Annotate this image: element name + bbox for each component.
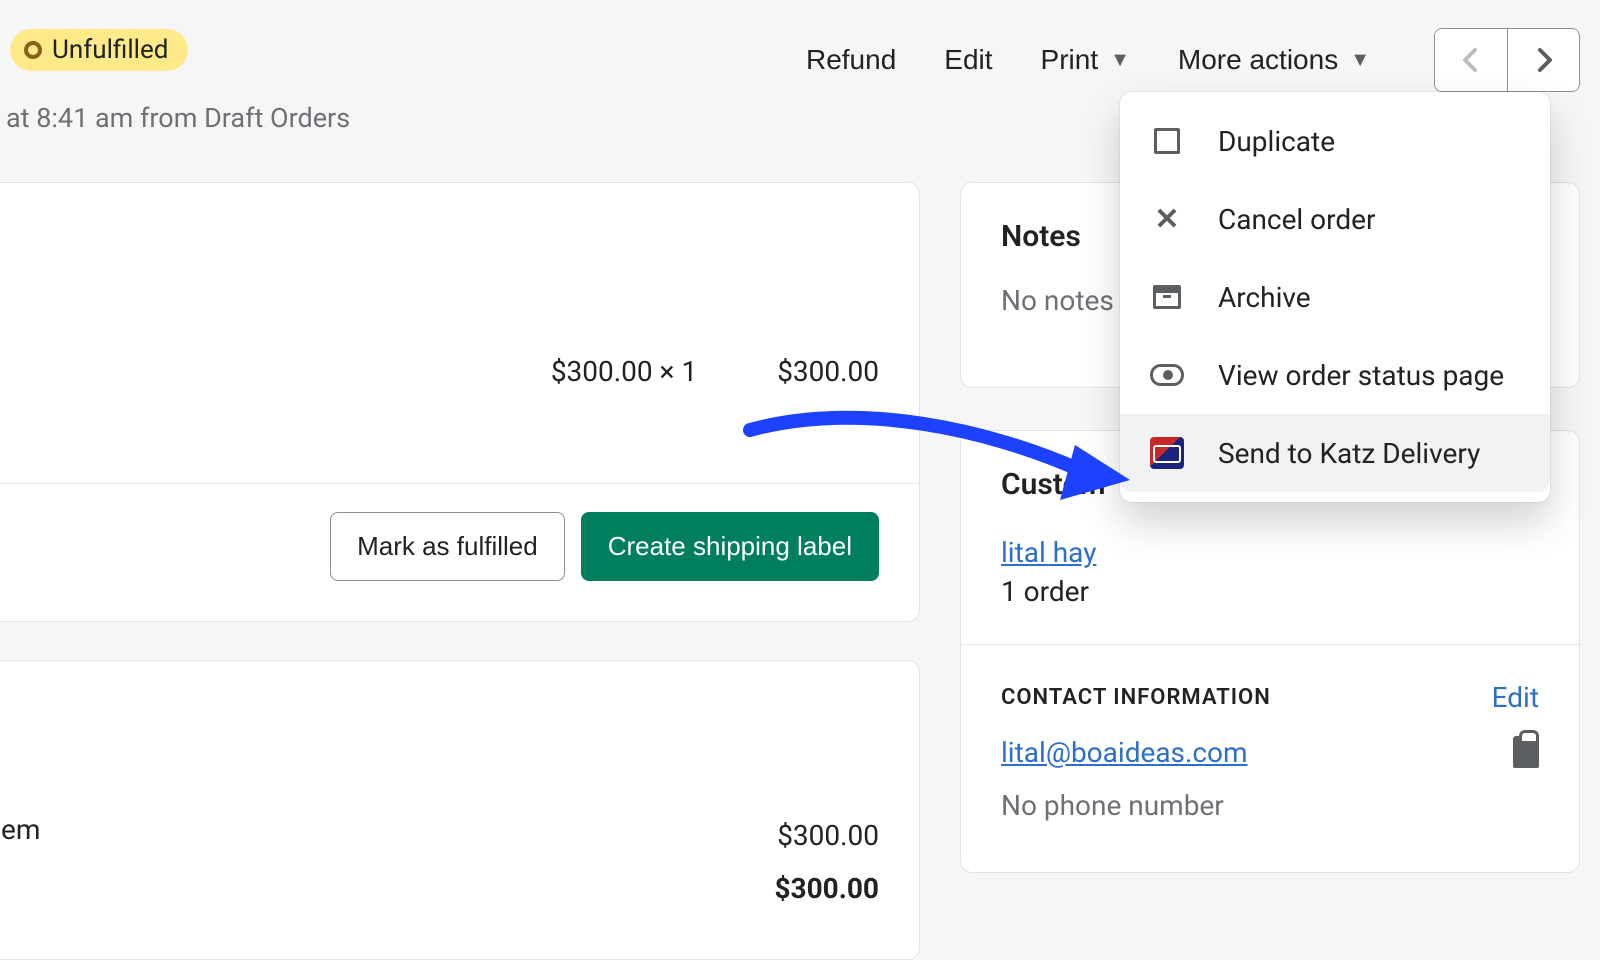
customer-name-link[interactable]: lital hay [1001, 536, 1096, 569]
customer-no-phone: No phone number [1001, 789, 1539, 822]
eye-icon [1150, 358, 1184, 392]
contact-info-label: CONTACT INFORMATION [1001, 685, 1271, 710]
archive-icon [1150, 280, 1184, 314]
card-divider [961, 644, 1579, 645]
create-shipping-label-button[interactable]: Create shipping label [581, 512, 879, 581]
close-icon: ✕ [1150, 202, 1184, 236]
menu-item-label: Archive [1218, 281, 1311, 314]
edit-order-button[interactable]: Edit [930, 34, 1006, 86]
fulfillment-card: $300.00 × 1 $300.00 Mark as fulfilled Cr… [0, 182, 920, 622]
menu-item-label: Duplicate [1218, 125, 1335, 158]
create-shipping-label-label: Create shipping label [608, 531, 852, 561]
menu-item-order-status[interactable]: View order status page [1120, 336, 1550, 414]
order-subtitle: at 8:41 am from Draft Orders [6, 102, 350, 134]
refund-button[interactable]: Refund [792, 34, 910, 86]
clipboard-icon[interactable] [1513, 736, 1539, 768]
customer-email-link[interactable]: lital@boaideas.com [1001, 736, 1248, 769]
customer-order-count: 1 order [1001, 575, 1539, 608]
caret-down-icon: ▼ [1350, 49, 1370, 72]
edit-contact-button[interactable]: Edit [1492, 681, 1539, 714]
next-order-button[interactable] [1507, 29, 1579, 91]
mark-as-fulfilled-button[interactable]: Mark as fulfilled [330, 512, 565, 581]
order-pager [1434, 28, 1580, 92]
duplicate-icon [1150, 124, 1184, 158]
menu-item-label: Cancel order [1218, 203, 1376, 236]
chevron-left-icon [1461, 46, 1481, 74]
print-label: Print [1041, 44, 1099, 76]
summary-row-fragment: em [1, 813, 40, 846]
edit-label: Edit [944, 44, 992, 76]
line-item-unit-qty: $300.00 × 1 [551, 355, 697, 388]
more-actions-label: More actions [1178, 44, 1338, 76]
more-actions-button[interactable]: More actions ▼ [1164, 34, 1384, 86]
summary-subtotal: $300.00 [774, 809, 879, 862]
menu-item-label: View order status page [1218, 359, 1504, 392]
summary-total: $300.00 [774, 862, 879, 915]
menu-item-send-katz[interactable]: Send to Katz Delivery [1120, 414, 1550, 492]
prev-order-button[interactable] [1435, 29, 1507, 91]
katz-delivery-icon [1150, 436, 1184, 470]
menu-item-cancel-order[interactable]: ✕ Cancel order [1120, 180, 1550, 258]
menu-item-archive[interactable]: Archive [1120, 258, 1550, 336]
refund-label: Refund [806, 44, 896, 76]
caret-down-icon: ▼ [1110, 49, 1130, 72]
more-actions-menu: Duplicate ✕ Cancel order Archive View or… [1120, 92, 1550, 502]
status-badge-label: Unfulfilled [52, 35, 168, 65]
chevron-right-icon [1534, 46, 1554, 74]
mark-as-fulfilled-label: Mark as fulfilled [357, 531, 538, 561]
print-button[interactable]: Print ▼ [1027, 34, 1144, 86]
status-dot-icon [24, 41, 42, 59]
status-badge-unfulfilled: Unfulfilled [10, 29, 188, 71]
card-divider [0, 483, 919, 484]
menu-item-label: Send to Katz Delivery [1218, 437, 1480, 470]
menu-item-duplicate[interactable]: Duplicate [1120, 102, 1550, 180]
line-item-total: $300.00 [777, 355, 879, 388]
payment-summary-card: em $300.00 $300.00 [0, 660, 920, 960]
